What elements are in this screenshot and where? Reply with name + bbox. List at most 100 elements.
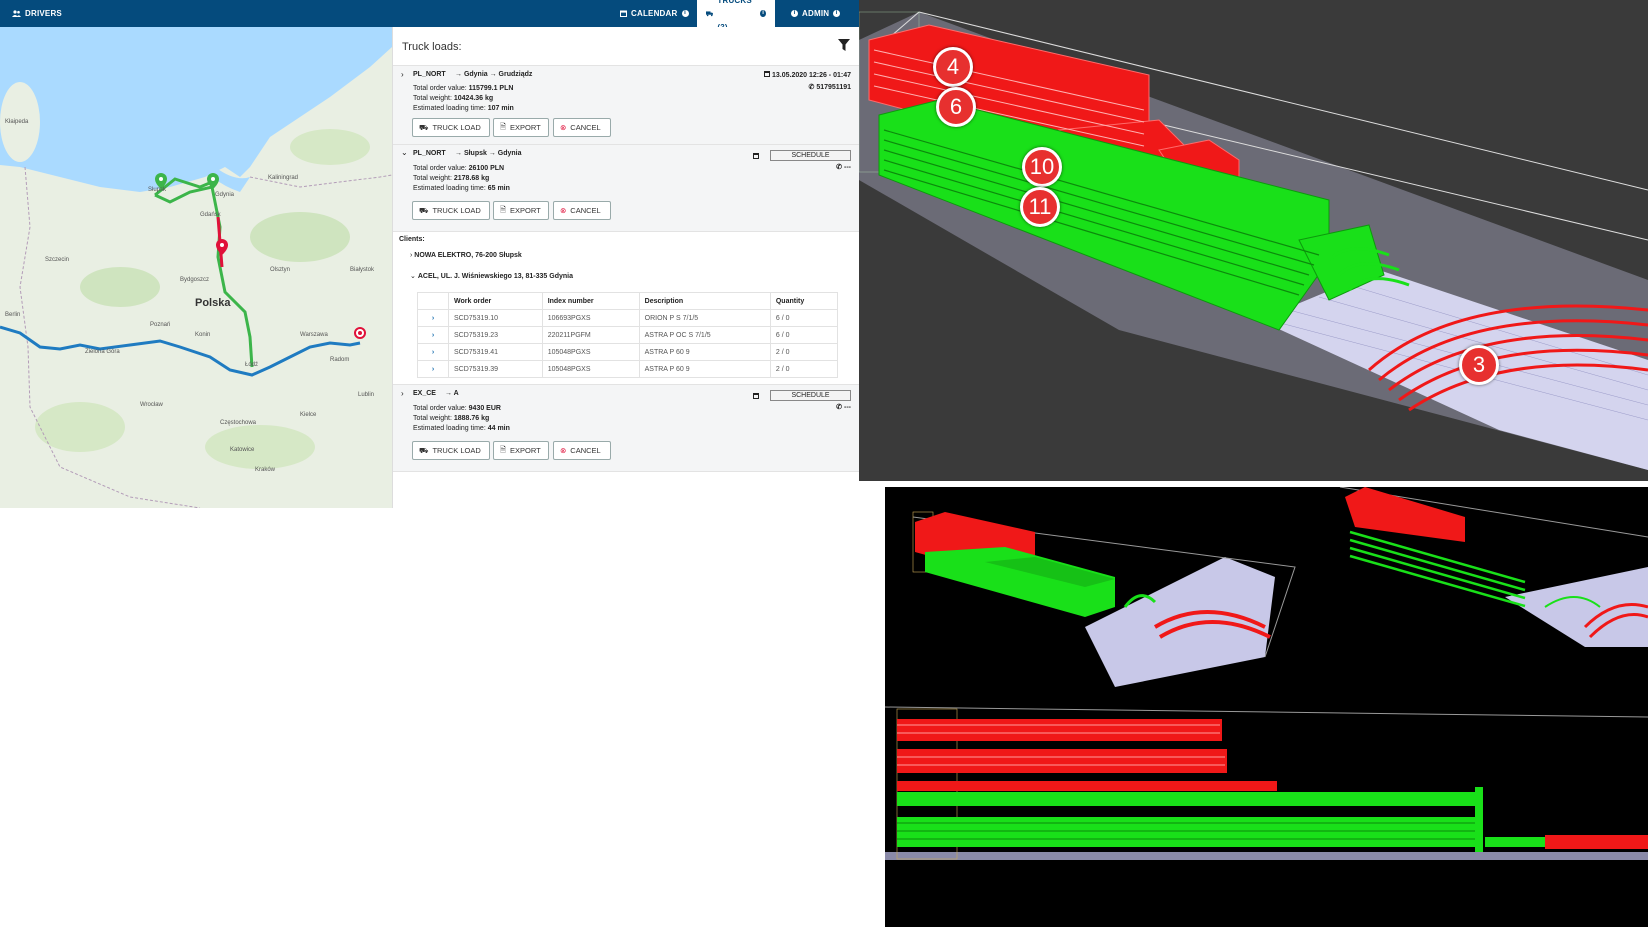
map-place-label: Berlin: [5, 312, 21, 318]
cancel-button[interactable]: ⊗ CANCEL: [553, 118, 611, 137]
cancel-button[interactable]: ⊗ CANCEL: [553, 441, 611, 460]
calendar-icon[interactable]: [753, 393, 759, 399]
cancel-icon: ⊗: [560, 123, 567, 132]
nav-trucks[interactable]: TRUCKS (3) i: [697, 0, 775, 32]
schedule-button[interactable]: SCHEDULE: [770, 150, 851, 161]
cancel-icon: ⊗: [560, 206, 567, 215]
client-row[interactable]: › NOWA ELEKTRO, 76-200 Słupsk: [410, 252, 522, 259]
export-button[interactable]: 🗎 EXPORT: [493, 441, 549, 460]
table-row[interactable]: › SCD75319.39 105048PGXS ASTRA P 60 92 / 0: [417, 360, 839, 378]
filter-icon[interactable]: [838, 39, 850, 51]
loading-time-value: 65 min: [487, 185, 510, 192]
phone-number: ---: [844, 404, 851, 411]
map-place-label: Słupsk: [148, 187, 167, 193]
truck-phone[interactable]: ✆ 517951191: [809, 83, 851, 91]
load-badge[interactable]: 6: [936, 87, 976, 127]
info-icon[interactable]: i: [760, 10, 766, 17]
truck-phone[interactable]: ✆ ---: [836, 163, 851, 171]
schedule-button[interactable]: SCHEDULE: [770, 390, 851, 401]
chevron-right-icon[interactable]: ›: [417, 309, 449, 327]
order-value-row: Total order value: 9430 EUR: [413, 405, 501, 412]
chevron-right-icon[interactable]: ›: [417, 326, 449, 344]
table-cell: SCD75319.10: [448, 309, 543, 327]
order-value-row: Total order value: 115799.1 PLN: [413, 85, 513, 92]
cancel-label: CANCEL: [570, 206, 601, 215]
chevron-right-icon[interactable]: ›: [417, 343, 449, 361]
chevron-right-icon[interactable]: ›: [401, 389, 404, 398]
weight-value: 1888.76 kg: [453, 415, 490, 422]
truck-load-button[interactable]: ⛟ TRUCK LOAD: [412, 118, 490, 137]
table-cell: 105048PGXS: [541, 343, 640, 361]
info-icon[interactable]: i: [833, 10, 841, 17]
loading-time-row: Estimated loading time: 65 min: [413, 185, 510, 192]
table-cell: ASTRA P 60 9: [638, 343, 771, 361]
document-icon: 🗎: [500, 445, 507, 454]
loading-time-label: Estimated loading time:: [413, 425, 486, 432]
map-place-label: Kraków: [255, 467, 276, 473]
nav-drivers-label: DRIVERS: [25, 9, 62, 18]
map-place-label: Poznań: [150, 322, 171, 328]
calendar-icon: [764, 71, 771, 77]
work-orders-table: Work order Index number Description Quan…: [417, 292, 839, 378]
load-badge[interactable]: 11: [1020, 187, 1060, 227]
info-icon[interactable]: i: [681, 10, 689, 17]
client-name: ACEL, UL. J. Wiśniewskiego 13, 81-335 Gd…: [417, 273, 573, 280]
table-cell: SCD75319.23: [448, 326, 543, 344]
nav-calendar[interactable]: CALENDAR i: [620, 0, 689, 27]
load-badge[interactable]: 4: [933, 47, 973, 87]
drivers-icon: [12, 10, 21, 17]
calendar-icon[interactable]: [753, 153, 759, 159]
map-pin-icon[interactable]: [354, 327, 366, 339]
truck-3d-view-angles[interactable]: [885, 487, 1648, 927]
loading-time-row: Estimated loading time: 107 min: [413, 105, 514, 112]
table-cell: ASTRA P 60 9: [638, 360, 771, 378]
chevron-down-icon[interactable]: ⌄: [401, 148, 408, 157]
truck-route: → A: [445, 390, 459, 397]
truck-3d-render-angles: [885, 487, 1648, 860]
table-row[interactable]: › SCD75319.10 106693PGXS ORION P S 7/1/5 6 /…: [417, 309, 839, 327]
truck-date-text: 13.05.2020 12:26 - 01:47: [771, 72, 851, 79]
cancel-label: CANCEL: [570, 446, 601, 455]
nav-admin[interactable]: i ADMIN i: [791, 0, 841, 27]
map-place-label: Szczecin: [45, 257, 70, 263]
truck-3d-view-main[interactable]: 4 6 10 11 3: [859, 0, 1648, 481]
cancel-button[interactable]: ⊗ CANCEL: [553, 201, 611, 220]
truck-code: EX_CE: [413, 390, 436, 397]
map-place-label: Kaliningrad: [268, 175, 299, 181]
truck-phone[interactable]: ✆ ---: [836, 403, 851, 411]
truck-card: › EX_CE → A SCHEDULE ✆ --- Total order v…: [393, 384, 859, 472]
admin-icon: i: [791, 10, 798, 17]
truck-load-button[interactable]: ⛟ TRUCK LOAD: [412, 441, 490, 460]
order-value: 9430 EUR: [468, 405, 501, 412]
order-value-label: Total order value:: [413, 405, 467, 412]
export-button[interactable]: 🗎 EXPORT: [493, 118, 549, 137]
client-row[interactable]: ⌄ ACEL, UL. J. Wiśniewskiego 13, 81-335 …: [410, 272, 573, 280]
load-badge[interactable]: 3: [1459, 345, 1499, 385]
map-place-label: Bydgoszcz: [180, 277, 210, 283]
table-header: Work order: [448, 292, 543, 310]
table-row[interactable]: › SCD75319.41 105048PGXS ASTRA P 60 92 / 0: [417, 343, 839, 361]
table-row[interactable]: › SCD75319.23 220211PGFM ASTRA P OC S 7/1/5…: [417, 326, 839, 344]
panel-title: Truck loads:: [402, 41, 462, 53]
chevron-down-icon: ⌄: [410, 273, 416, 280]
route-map[interactable]: Kłaipeda Kaliningrad Gdańsk Gdynia Słupsk Szc…: [0, 27, 392, 508]
nav-drivers[interactable]: DRIVERS: [12, 0, 62, 27]
table-cell: 106693PGXS: [541, 309, 640, 327]
weight-value: 10424.36 kg: [453, 95, 494, 102]
weight-row: Total weight: 10424.36 kg: [413, 95, 493, 102]
weight-row: Total weight: 1888.76 kg: [413, 415, 489, 422]
loading-time-row: Estimated loading time: 44 min: [413, 425, 510, 432]
truck-load-button[interactable]: ⛟ TRUCK LOAD: [412, 201, 490, 220]
load-badge[interactable]: 10: [1022, 147, 1062, 187]
chevron-right-icon[interactable]: ›: [401, 70, 404, 79]
table-header: Description: [638, 292, 771, 310]
table-cell: 2 / 0: [769, 343, 839, 361]
map-canvas[interactable]: [0, 27, 392, 508]
map-place-label: Kłaipeda: [5, 119, 29, 125]
phone-icon: ✆: [836, 164, 843, 171]
chevron-right-icon[interactable]: ›: [417, 360, 449, 378]
view-angle-b: [1339, 487, 1648, 647]
export-label: EXPORT: [510, 123, 541, 132]
export-button[interactable]: 🗎 EXPORT: [493, 201, 549, 220]
truck-3d-render: [859, 11, 1648, 470]
